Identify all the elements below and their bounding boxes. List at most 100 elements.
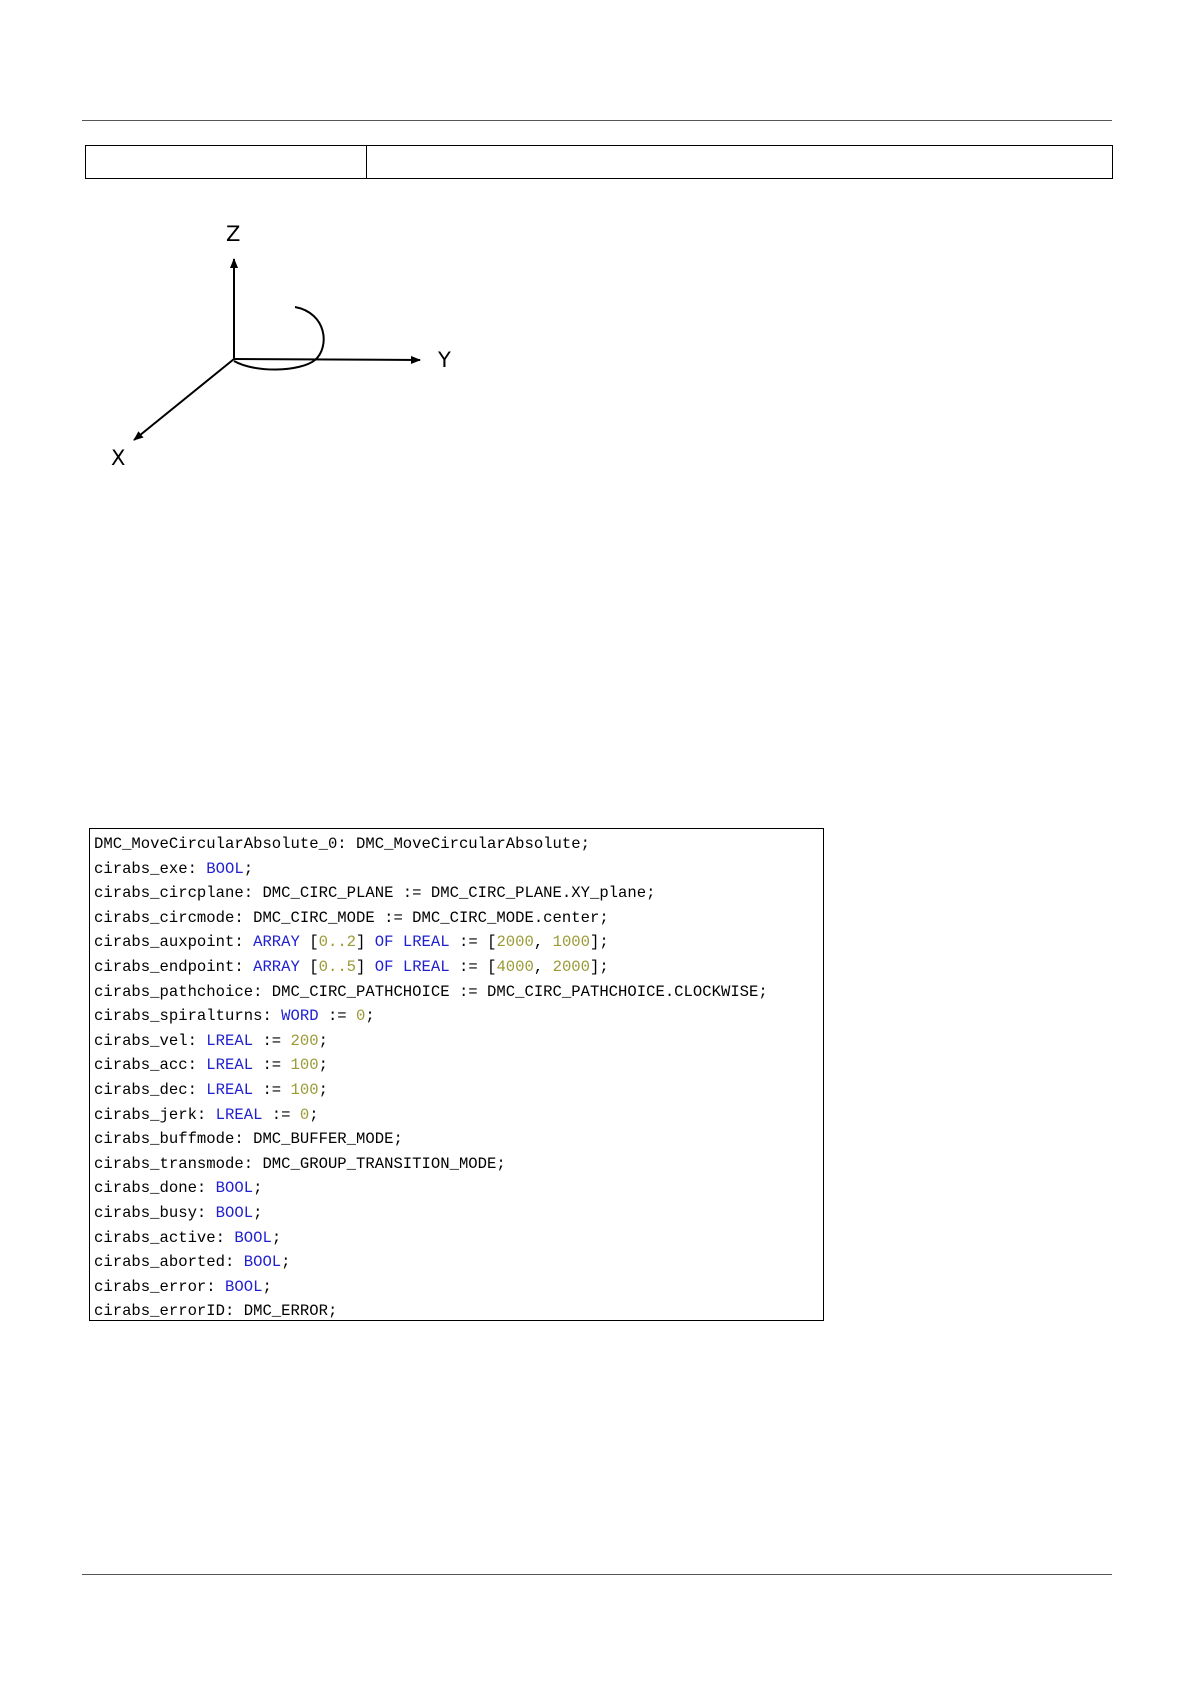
code-text: ; <box>253 1179 263 1198</box>
code-text: cirabs_transmode: DMC_GROUP_TRANSITION_M… <box>94 1154 506 1173</box>
code-line: cirabs_errorID: DMC_ERROR; <box>94 1299 823 1321</box>
code-text: := <box>253 1031 291 1050</box>
code-line: cirabs_circmode: DMC_CIRC_MODE := DMC_CI… <box>94 906 823 931</box>
header-rule <box>82 120 1112 121</box>
code-number: 2000 <box>496 933 534 952</box>
code-text: cirabs_jerk: <box>94 1105 216 1124</box>
code-line: cirabs_active: BOOL; <box>94 1226 823 1251</box>
code-keyword: OF <box>374 957 394 976</box>
code-text: cirabs_vel: <box>94 1031 207 1050</box>
code-line: cirabs_vel: LREAL := 200; <box>94 1029 823 1054</box>
code-text: ; <box>243 859 254 878</box>
x-axis-line <box>133 358 235 441</box>
code-text: := [ <box>449 957 497 976</box>
code-line: cirabs_auxpoint: ARRAY [0..2] OF LREAL :… <box>94 930 823 955</box>
y-axis-line <box>233 355 421 364</box>
code-line: cirabs_exe: BOOL; <box>94 857 823 882</box>
code-number: 200 <box>290 1031 319 1050</box>
code-keyword: BOOL <box>234 1228 272 1247</box>
code-text: cirabs_endpoint: <box>94 957 254 976</box>
code-text: ; <box>318 1056 328 1075</box>
code-listing: DMC_MoveCircularAbsolute_0: DMC_MoveCirc… <box>89 828 824 1321</box>
code-number: 0 <box>299 1105 310 1124</box>
code-text: cirabs_buffmode: DMC_BUFFER_MODE; <box>94 1130 403 1149</box>
code-text: ] <box>356 957 375 976</box>
code-text: ]; <box>590 933 609 952</box>
code-line: cirabs_done: BOOL; <box>94 1176 823 1201</box>
code-line: cirabs_error: BOOL; <box>94 1275 823 1300</box>
code-text: cirabs_busy: <box>94 1203 216 1222</box>
code-text: cirabs_error: <box>94 1277 226 1296</box>
code-text: cirabs_spiralturns: <box>94 1007 282 1026</box>
z-axis-label: Z <box>226 222 240 246</box>
code-keyword: OF <box>374 933 394 952</box>
code-number: 0 <box>356 1007 366 1026</box>
code-text: := <box>262 1105 300 1124</box>
header-table-left-cell <box>86 146 367 178</box>
code-keyword: BOOL <box>225 1277 263 1296</box>
code-text: cirabs_circmode: DMC_CIRC_MODE := DMC_CI… <box>94 908 609 927</box>
code-keyword: BOOL <box>243 1253 282 1272</box>
code-keyword: BOOL <box>215 1179 254 1198</box>
code-text: ; <box>309 1105 319 1124</box>
code-text: ; <box>318 1080 328 1099</box>
code-line: cirabs_dec: LREAL := 100; <box>94 1078 823 1103</box>
code-text: , <box>533 933 553 952</box>
header-table <box>85 145 1113 179</box>
code-text: cirabs_circplane: DMC_CIRC_PLANE := DMC_… <box>94 884 656 903</box>
code-line: cirabs_buffmode: DMC_BUFFER_MODE; <box>94 1127 823 1152</box>
code-number: 100 <box>290 1080 319 1099</box>
code-line: cirabs_circplane: DMC_CIRC_PLANE := DMC_… <box>94 881 823 906</box>
code-keyword: ARRAY <box>253 957 300 976</box>
code-text: := <box>318 1007 357 1026</box>
code-keyword: LREAL <box>215 1105 263 1124</box>
code-text: ; <box>262 1277 272 1296</box>
code-text: cirabs_active: <box>94 1228 235 1247</box>
code-number: 100 <box>290 1056 319 1075</box>
coordinate-axes-diagram: Z Y X <box>111 222 451 470</box>
code-text: cirabs_aborted: <box>94 1253 244 1272</box>
code-text: [ <box>299 957 319 976</box>
code-keyword: BOOL <box>206 859 244 878</box>
y-axis-label: Y <box>437 348 451 372</box>
code-keyword: LREAL <box>402 957 450 976</box>
code-keyword: ARRAY <box>253 933 300 952</box>
code-text: ; <box>281 1253 291 1272</box>
code-text: ; <box>271 1228 282 1247</box>
code-text: cirabs_exe: <box>94 859 207 878</box>
header-table-right-cell <box>367 146 1112 178</box>
code-text: cirabs_auxpoint: <box>94 933 254 952</box>
code-text: ; <box>365 1007 375 1026</box>
code-text: ; <box>253 1203 263 1222</box>
code-text: [ <box>299 933 319 952</box>
code-line: cirabs_acc: LREAL := 100; <box>94 1053 823 1078</box>
code-text: := [ <box>449 933 497 952</box>
code-text: cirabs_errorID: DMC_ERROR; <box>94 1302 338 1321</box>
code-text: cirabs_acc: <box>94 1056 207 1075</box>
code-number: 4000 <box>496 957 534 976</box>
code-text: cirabs_dec: <box>94 1080 207 1099</box>
code-keyword: LREAL <box>206 1031 254 1050</box>
code-keyword: BOOL <box>215 1203 254 1222</box>
code-keyword: WORD <box>281 1007 319 1026</box>
code-line: cirabs_spiralturns: WORD := 0; <box>94 1004 823 1029</box>
code-line: cirabs_pathchoice: DMC_CIRC_PATHCHOICE :… <box>94 980 823 1005</box>
code-text: DMC_MoveCircularAbsolute_0: DMC_MoveCirc… <box>94 835 590 853</box>
footer-rule <box>82 1574 1112 1575</box>
code-text: := <box>253 1080 291 1099</box>
code-text: ]; <box>590 957 609 976</box>
code-text: ] <box>356 933 375 952</box>
code-line: cirabs_transmode: DMC_GROUP_TRANSITION_M… <box>94 1152 823 1177</box>
code-text: := <box>253 1056 291 1075</box>
code-text: , <box>533 957 553 976</box>
code-line: cirabs_endpoint: ARRAY [0..5] OF LREAL :… <box>94 955 823 980</box>
code-text: cirabs_pathchoice: DMC_CIRC_PATHCHOICE :… <box>94 982 768 1001</box>
code-keyword: LREAL <box>402 933 450 952</box>
code-number: 0..2 <box>318 933 357 952</box>
code-line: cirabs_busy: BOOL; <box>94 1201 823 1226</box>
code-text: cirabs_done: <box>94 1179 216 1198</box>
code-line: DMC_MoveCircularAbsolute_0: DMC_MoveCirc… <box>94 832 823 857</box>
code-keyword: LREAL <box>206 1056 254 1075</box>
code-number: 2000 <box>552 957 591 976</box>
